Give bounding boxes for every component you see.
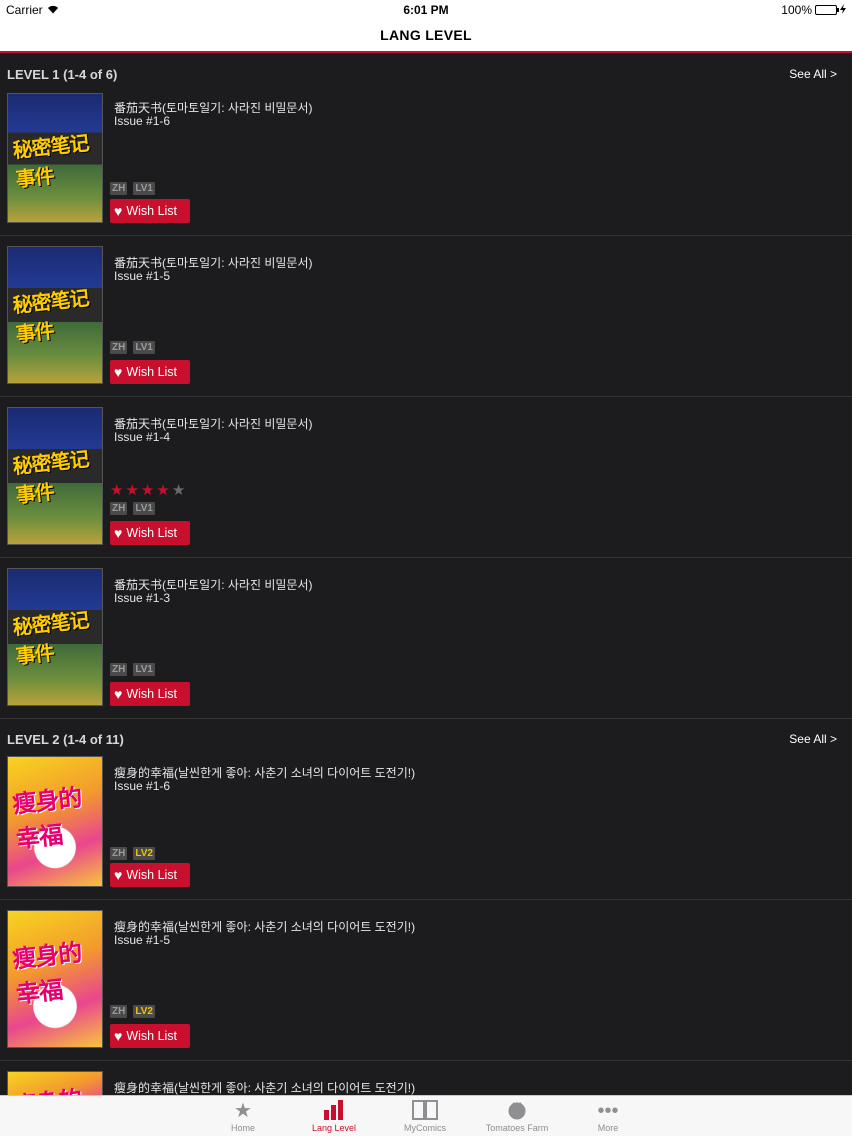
wish-list-button[interactable]: ♥ Wish List	[110, 360, 190, 384]
comic-issue: Issue #1-3	[114, 591, 171, 605]
comic-list[interactable]: LEVEL 1 (1-4 of 6) See All > 秘密笔记事件 番茄天书…	[0, 55, 852, 1095]
wish-list-label: Wish List	[126, 868, 178, 882]
tab-label: Home	[230, 1123, 255, 1133]
wish-list-label: Wish List	[126, 365, 178, 379]
star-empty-icon: ★	[171, 482, 186, 499]
battery-info: 100%	[781, 3, 846, 17]
tag-group: ZH LV1	[110, 663, 155, 676]
language-tag: ZH	[110, 847, 128, 860]
wish-list-button[interactable]: ♥ Wish List	[110, 863, 190, 887]
star-icon: ★	[140, 482, 155, 499]
level-tag: LV1	[133, 341, 155, 354]
comic-issue: Issue #1-6	[114, 114, 171, 128]
heart-icon: ♥	[114, 203, 123, 219]
page-title: LANG LEVEL	[380, 27, 472, 43]
tab-tomatoes-farm[interactable]: Tomatoes Farm	[472, 1096, 562, 1136]
wish-list-label: Wish List	[126, 1029, 178, 1043]
list-item[interactable]: 瘦身的幸福 瘦身的幸福(날씬한게 좋아: 사춘기 소녀의 다이어트 도전기!)	[0, 1061, 852, 1095]
level-tag: LV1	[133, 663, 155, 676]
book-icon	[380, 1100, 470, 1122]
comic-issue: Issue #1-6	[114, 779, 171, 793]
comic-cover[interactable]: 秘密笔记事件	[7, 407, 103, 545]
wish-list-button[interactable]: ♥ Wish List	[110, 199, 190, 223]
wish-list-label: Wish List	[126, 204, 178, 218]
star-icon: ★	[125, 482, 139, 499]
more-icon: •••	[597, 1100, 619, 1122]
tag-group: ZH LV1	[110, 182, 155, 195]
list-item[interactable]: 秘密笔记事件 番茄天书(토마토일기: 사라진 비밀문서) Issue #1-3 …	[0, 558, 852, 719]
battery-percent: 100%	[781, 3, 812, 17]
wish-list-button[interactable]: ♥ Wish List	[110, 682, 190, 706]
heart-icon: ♥	[114, 1028, 123, 1044]
comic-title: 瘦身的幸福(날씬한게 좋아: 사춘기 소녀의 다이어트 도전기!)	[114, 1081, 416, 1095]
tag-group: ZH LV2	[110, 847, 155, 860]
comic-issue: Issue #1-5	[114, 269, 171, 283]
tab-home[interactable]: ★ Home	[198, 1096, 288, 1136]
status-bar: Carrier 6:01 PM 100%	[0, 0, 852, 20]
navigation-bar: LANG LEVEL	[0, 20, 852, 53]
tag-group: ZH LV1	[110, 341, 155, 354]
comic-cover[interactable]: 瘦身的幸福	[7, 910, 103, 1048]
wish-list-button[interactable]: ♥ Wish List	[110, 521, 190, 545]
star-icon: ★	[234, 1100, 252, 1122]
list-item[interactable]: 秘密笔记事件 番茄天书(토마토일기: 사라진 비밀문서) Issue #1-4 …	[0, 397, 852, 558]
comic-cover[interactable]: 瘦身的幸福	[7, 1071, 103, 1095]
level-tag: LV1	[133, 502, 155, 515]
heart-icon: ♥	[114, 867, 123, 883]
tab-label: Tomatoes Farm	[485, 1123, 549, 1133]
language-tag: ZH	[110, 341, 128, 354]
rating-stars: ★ ★ ★ ★ ★	[110, 483, 185, 498]
see-all-link[interactable]: See All >	[789, 732, 837, 746]
see-all-link[interactable]: See All >	[789, 67, 837, 81]
clock: 6:01 PM	[403, 3, 449, 17]
battery-icon	[815, 5, 839, 15]
tab-lang-level[interactable]: Lang Level	[289, 1096, 379, 1136]
level-tag: LV2	[133, 1005, 155, 1018]
bar-chart-icon	[289, 1100, 379, 1122]
section-title: LEVEL 2 (1-4 of 11)	[7, 732, 124, 747]
tab-mycomics[interactable]: MyComics	[380, 1096, 470, 1136]
comic-cover[interactable]: 秘密笔记事件	[7, 246, 103, 384]
comic-cover[interactable]: 秘密笔记事件	[7, 568, 103, 706]
tab-bar: ★ Home Lang Level MyComics Tomatoes Farm…	[0, 1095, 852, 1136]
section-title: LEVEL 1 (1-4 of 6)	[7, 67, 118, 82]
heart-icon: ♥	[114, 525, 123, 541]
wish-list-label: Wish List	[126, 526, 178, 540]
language-tag: ZH	[110, 502, 128, 515]
charging-icon	[840, 3, 846, 17]
heart-icon: ♥	[114, 686, 123, 702]
tag-group: ZH LV1	[110, 502, 155, 515]
comic-issue: Issue #1-4	[114, 430, 171, 444]
wish-list-button[interactable]: ♥ Wish List	[110, 1024, 190, 1048]
language-tag: ZH	[110, 182, 128, 195]
tab-label: More	[597, 1123, 619, 1133]
heart-icon: ♥	[114, 364, 123, 380]
comic-cover[interactable]: 秘密笔记事件	[7, 93, 103, 223]
language-tag: ZH	[110, 1005, 128, 1018]
wish-list-label: Wish List	[126, 687, 178, 701]
level-tag: LV1	[133, 182, 155, 195]
star-icon: ★	[156, 482, 170, 499]
section-header-level1: LEVEL 1 (1-4 of 6) See All >	[0, 55, 852, 91]
tag-group: ZH LV2	[110, 1005, 155, 1018]
level-tag: LV2	[133, 847, 155, 860]
section-header-level2: LEVEL 2 (1-4 of 11) See All >	[0, 720, 852, 756]
list-item[interactable]: 瘦身的幸福 瘦身的幸福(날씬한게 좋아: 사춘기 소녀의 다이어트 도전기!) …	[0, 756, 852, 900]
tomato-icon	[472, 1100, 562, 1122]
list-item[interactable]: 秘密笔记事件 番茄天书(토마토일기: 사라진 비밀문서) Issue #1-5 …	[0, 236, 852, 397]
comic-cover[interactable]: 瘦身的幸福	[7, 756, 103, 887]
tab-more[interactable]: ••• More	[563, 1096, 653, 1136]
list-item[interactable]: 瘦身的幸福 瘦身的幸福(날씬한게 좋아: 사춘기 소녀의 다이어트 도전기!) …	[0, 900, 852, 1061]
language-tag: ZH	[110, 663, 128, 676]
list-item[interactable]: 秘密笔记事件 番茄天书(토마토일기: 사라진 비밀문서) Issue #1-6 …	[0, 91, 852, 236]
star-icon: ★	[110, 482, 124, 499]
comic-issue: Issue #1-5	[114, 933, 171, 947]
tab-label: MyComics	[404, 1123, 446, 1133]
tab-label: Lang Level	[311, 1123, 357, 1133]
